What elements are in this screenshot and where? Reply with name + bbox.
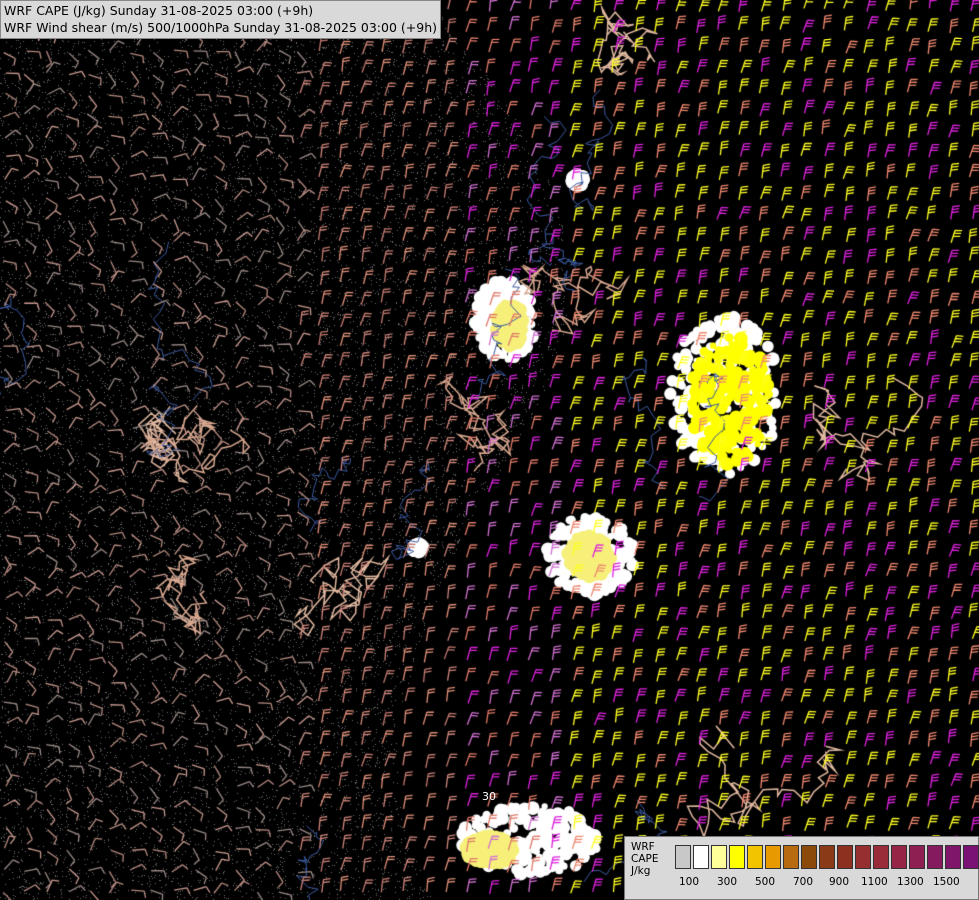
legend-tick: 500: [755, 876, 776, 888]
legend-swatch: [675, 845, 691, 869]
legend-tick: 100: [679, 876, 700, 888]
legend-swatch: [783, 845, 799, 869]
cape-title: WRF CAPE (J/kg) Sunday 31-08-2025 03:00 …: [4, 3, 314, 18]
legend-swatch: [765, 845, 781, 869]
legend-swatch: [855, 845, 871, 869]
cape-legend: WRF CAPE J/kg 100 300 500 700 900 1100 1…: [624, 836, 979, 900]
legend-tick: 1100: [861, 876, 888, 888]
legend-swatch: [909, 845, 925, 869]
legend-swatch: [801, 845, 817, 869]
legend-tick: 300: [717, 876, 738, 888]
legend-swatch: [873, 845, 889, 869]
legend-tick: 1500: [933, 876, 960, 888]
legend-swatch: [837, 845, 853, 869]
legend-tick: 1300: [897, 876, 924, 888]
legend-swatch: [711, 845, 727, 869]
wind-shear-title: WRF Wind shear (m/s) 500/1000hPa Sunday …: [4, 20, 437, 35]
map-annotation: 30: [482, 790, 496, 803]
legend-swatch: [891, 845, 907, 869]
legend-swatch: [927, 845, 943, 869]
legend-swatch: [693, 845, 709, 869]
legend-swatch: [729, 845, 745, 869]
legend-swatch: [963, 845, 979, 869]
legend-swatch: [819, 845, 835, 869]
legend-tick: 900: [829, 876, 850, 888]
legend-swatch: [945, 845, 961, 869]
legend-label-wrf: WRF: [631, 841, 655, 853]
legend-label-cape: CAPE: [631, 853, 659, 865]
legend-tick: 700: [793, 876, 814, 888]
legend-swatch: [747, 845, 763, 869]
weather-map: [0, 0, 979, 900]
legend-label-units: J/kg: [631, 865, 651, 877]
map-title-box: WRF CAPE (J/kg) Sunday 31-08-2025 03:00 …: [0, 0, 441, 39]
